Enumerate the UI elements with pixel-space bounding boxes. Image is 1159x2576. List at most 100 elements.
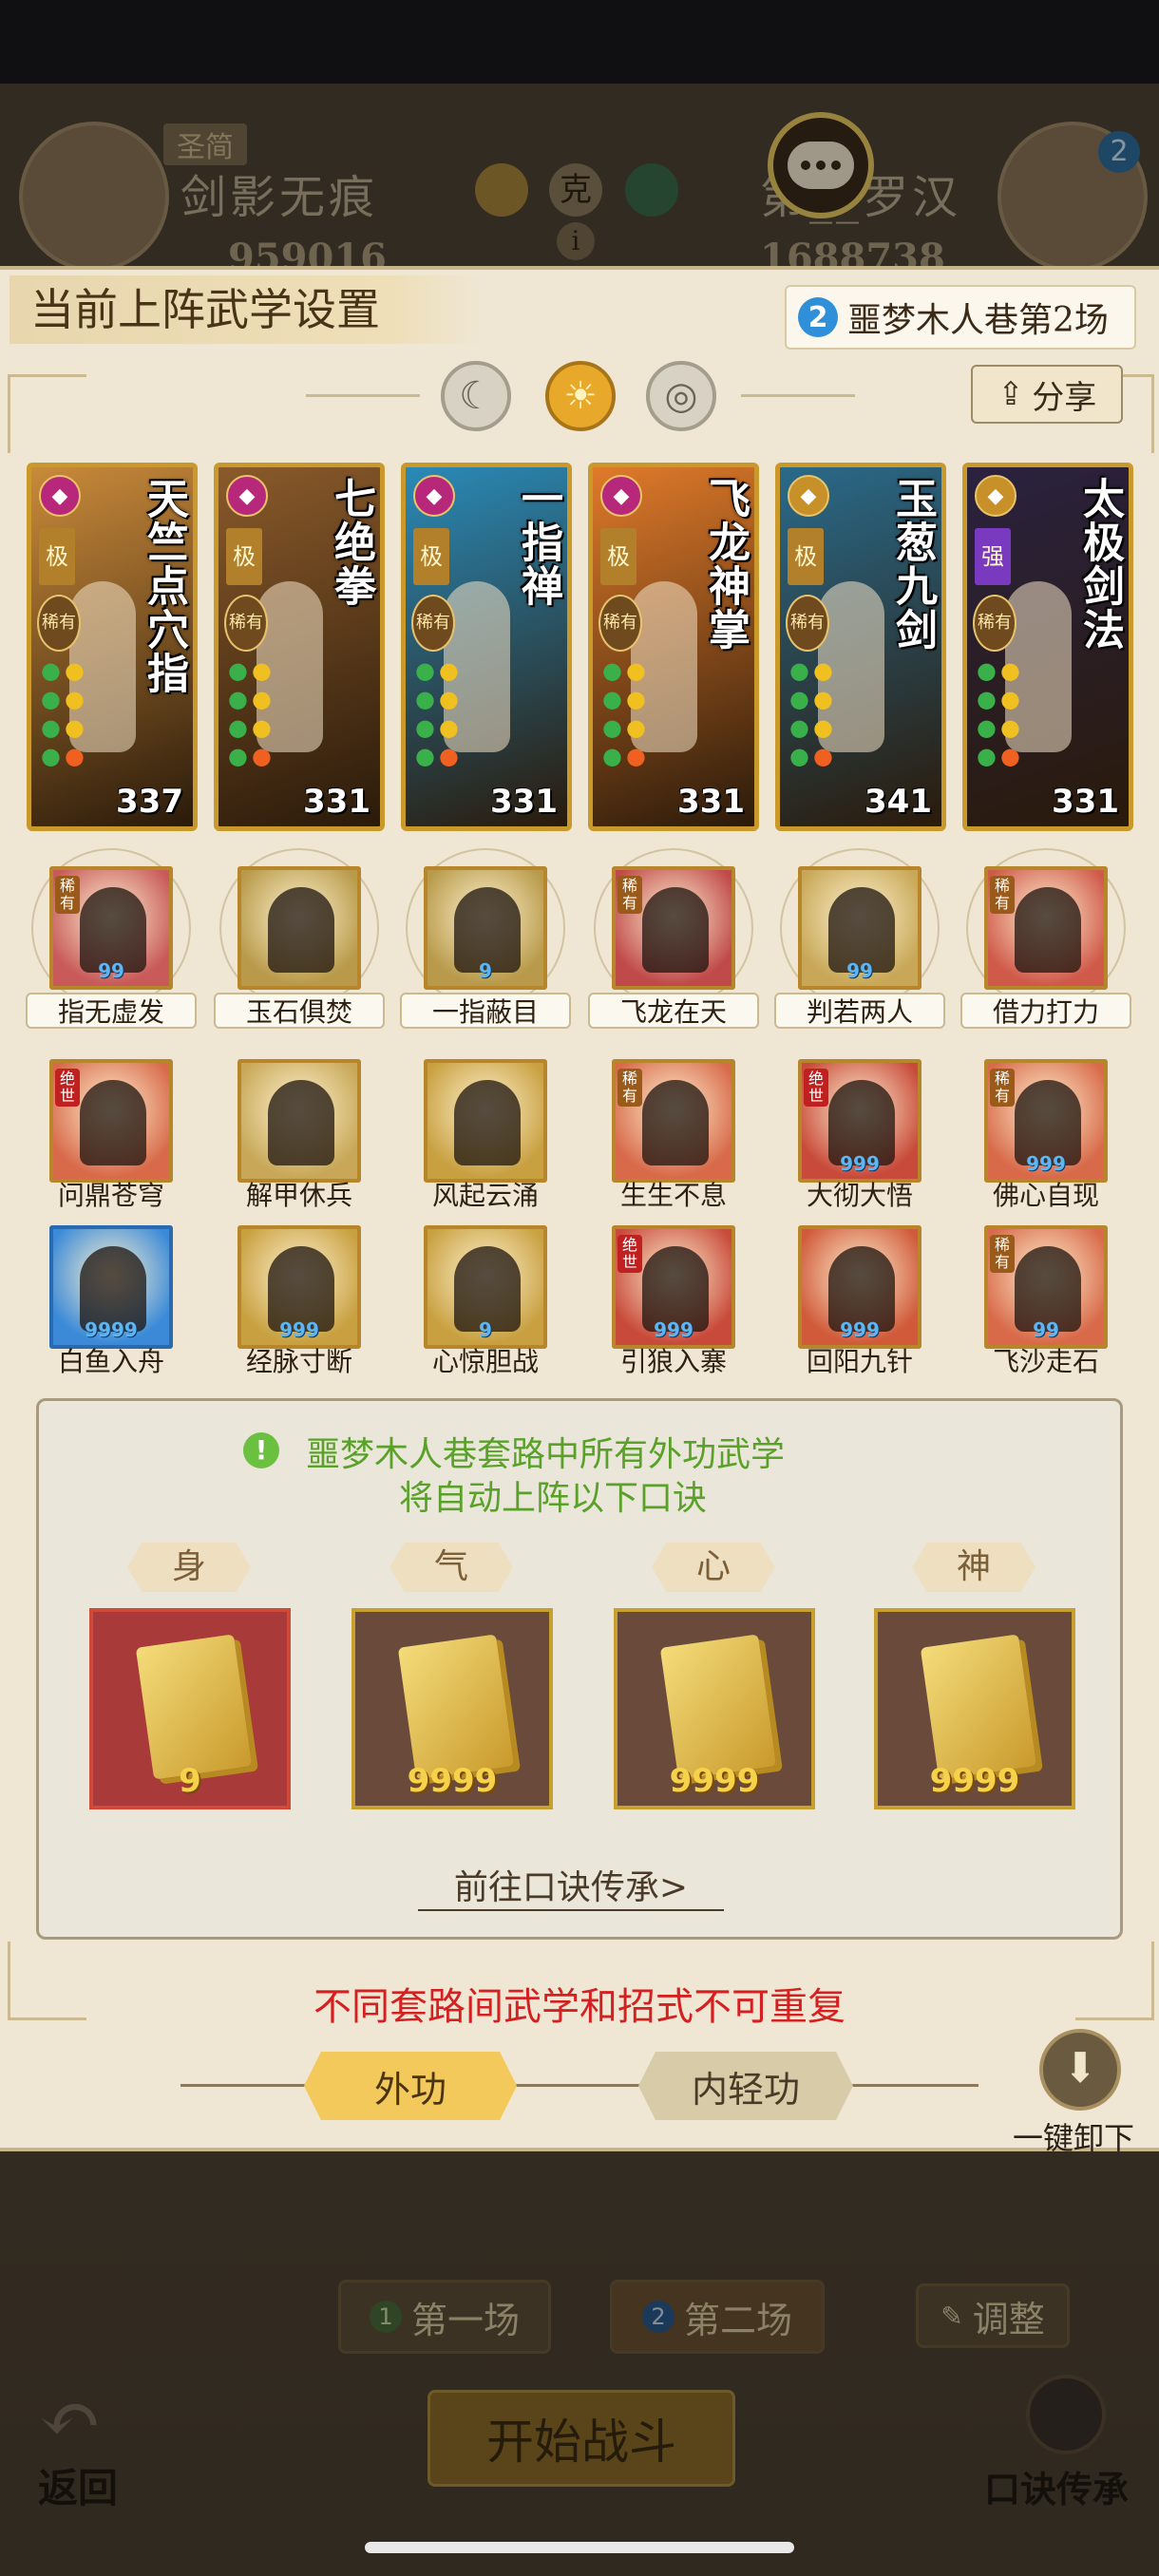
chat-bubble-icon[interactable] bbox=[768, 112, 874, 218]
skill-icon[interactable] bbox=[238, 1059, 361, 1183]
tab-divider bbox=[180, 2084, 978, 2087]
card-power: 331 bbox=[490, 783, 558, 821]
mnemonic-slot-card[interactable]: 9 bbox=[89, 1608, 291, 1809]
moon-mode-icon[interactable]: ☾ bbox=[441, 361, 511, 431]
card-type-gem-icon: ◆ bbox=[788, 475, 829, 517]
skill-count: 999 bbox=[840, 1318, 880, 1341]
left-player-avatar bbox=[19, 122, 169, 272]
vs-badge: 克 bbox=[549, 163, 602, 217]
mnemonic-slot-count: 9 bbox=[179, 1762, 201, 1800]
mnemonic-slot-card[interactable]: 9999 bbox=[614, 1608, 815, 1809]
skill-icon[interactable]: 9 bbox=[424, 866, 547, 990]
back-button[interactable]: ↶ 返回 bbox=[28, 2375, 152, 2511]
skill-icon[interactable]: 绝世 999 bbox=[798, 1059, 922, 1183]
skill-label: 判若两人 bbox=[774, 993, 945, 1029]
card-tier-badge: 稀有 bbox=[224, 595, 268, 652]
skill-rarity-tag: 绝世 bbox=[55, 1069, 80, 1107]
skill-icon[interactable]: 稀有 99 bbox=[49, 866, 173, 990]
card-title: 一指禅 bbox=[514, 477, 562, 608]
card-rank: 极 bbox=[600, 528, 636, 585]
stage-badge: 2 噩梦木人巷第2场 bbox=[785, 285, 1136, 350]
panel-title: 当前上阵武学设置 bbox=[10, 275, 484, 344]
skill-icon[interactable]: 9 bbox=[424, 1225, 547, 1349]
tab-inner[interactable]: 内轻功 bbox=[638, 2052, 853, 2120]
mnemonic-slot-card[interactable]: 9999 bbox=[874, 1608, 1075, 1809]
mnemonic-scroll-icon bbox=[397, 1634, 515, 1780]
skill-icon[interactable] bbox=[424, 1059, 547, 1183]
card-type-gem-icon: ◆ bbox=[226, 475, 268, 517]
card-tier-badge: 稀有 bbox=[786, 595, 829, 652]
skill-silhouette bbox=[642, 1080, 709, 1165]
skill-silhouette bbox=[268, 1080, 334, 1165]
skill-rarity-tag: 稀有 bbox=[618, 1069, 642, 1107]
skill-icon[interactable]: 999 bbox=[798, 1225, 922, 1349]
skill-icon[interactable] bbox=[238, 866, 361, 990]
skill-icon[interactable]: 999 bbox=[238, 1225, 361, 1349]
card-pips: ● ● ● ● ● ● ● ● bbox=[415, 657, 459, 769]
card-tier-badge: 稀有 bbox=[598, 595, 642, 652]
card-type-gem-icon: ◆ bbox=[600, 475, 642, 517]
mnemonic-line1: 噩梦木人巷套路中所有外功武学 bbox=[306, 1435, 786, 1474]
mode-divider-right bbox=[741, 394, 855, 397]
sun-mode-icon[interactable]: ☀ bbox=[545, 361, 616, 431]
card-pips: ● ● ● ● ● ● ● ● bbox=[41, 657, 85, 769]
martial-art-card[interactable]: ◆ 极稀有 天竺点穴指 ● ● ● ● ● ● ● ● 337 bbox=[27, 463, 198, 831]
mnemonic-slot-label: 神 bbox=[912, 1543, 1036, 1592]
skill-silhouette bbox=[642, 887, 709, 973]
unload-label: 一键卸下 bbox=[1013, 2120, 1135, 2156]
share-button[interactable]: ⇪ 分享 bbox=[971, 365, 1123, 424]
mode-divider-left bbox=[306, 394, 420, 397]
goto-mnemonic-link[interactable]: 前往口诀传承> bbox=[418, 1860, 724, 1911]
card-type-gem-icon: ◆ bbox=[413, 475, 455, 517]
martial-art-card[interactable]: ◆ 极稀有 玉葱九剑 ● ● ● ● ● ● ● ● 341 bbox=[775, 463, 946, 831]
versus-bar: 圣简 剑影无痕 959016 克 i 第__罗汉 1688738 2 bbox=[0, 84, 1159, 280]
mnemonic-slot-card[interactable]: 9999 bbox=[352, 1608, 553, 1809]
skill-icon[interactable]: 9999 bbox=[49, 1225, 173, 1349]
card-title: 太极剑法 bbox=[1075, 477, 1124, 652]
card-pips: ● ● ● ● ● ● ● ● bbox=[977, 657, 1020, 769]
skill-silhouette bbox=[454, 1080, 521, 1165]
martial-art-card[interactable]: ◆ 极稀有 一指禅 ● ● ● ● ● ● ● ● 331 bbox=[401, 463, 572, 831]
info-icon[interactable]: i bbox=[557, 222, 595, 260]
skill-rarity-tag: 稀有 bbox=[990, 876, 1015, 914]
skill-icon[interactable]: 稀有 99 bbox=[984, 1225, 1108, 1349]
moon-emblem-icon bbox=[625, 163, 678, 217]
adjust-button[interactable]: ✎ 调整 bbox=[916, 2283, 1070, 2348]
martial-art-card[interactable]: ◆ 强稀有 太极剑法 ● ● ● ● ● ● ● ● 331 bbox=[962, 463, 1133, 831]
tab-outer[interactable]: 外功 bbox=[304, 2052, 517, 2120]
mnemonic-scroll-icon bbox=[135, 1634, 253, 1780]
field2-button[interactable]: 2 第二场 bbox=[610, 2280, 825, 2354]
mnemonic-inherit-button[interactable]: 口诀传承 bbox=[978, 2375, 1150, 2510]
skill-rarity-tag: 稀有 bbox=[55, 876, 80, 914]
skill-silhouette bbox=[80, 1080, 146, 1165]
share-label: 分享 bbox=[1032, 378, 1097, 417]
skill-count: 99 bbox=[1033, 1318, 1059, 1341]
skill-rarity-tag: 绝世 bbox=[804, 1069, 828, 1107]
card-tier-badge: 稀有 bbox=[411, 595, 455, 652]
card-rank: 极 bbox=[39, 528, 75, 585]
skill-icon[interactable]: 绝世 bbox=[49, 1059, 173, 1183]
skill-icon[interactable]: 稀有 bbox=[612, 1059, 735, 1183]
card-title: 天竺点穴指 bbox=[140, 477, 188, 695]
unload-all-button[interactable]: ⬇ 一键卸下 bbox=[1013, 2029, 1155, 2156]
mnemonic-inherit-label: 口诀传承 bbox=[984, 2468, 1130, 2510]
mnemonic-slot-label: 心 bbox=[652, 1543, 775, 1592]
skill-label: 大彻大悟 bbox=[806, 1180, 913, 1211]
card-power: 331 bbox=[677, 783, 745, 821]
skill-count: 999 bbox=[279, 1318, 319, 1341]
field1-num: 1 bbox=[369, 2301, 402, 2333]
skill-icon[interactable]: 稀有 bbox=[984, 866, 1108, 990]
field1-button[interactable]: 1 第一场 bbox=[338, 2280, 551, 2354]
start-battle-button[interactable]: 开始战斗 bbox=[428, 2390, 735, 2487]
martial-art-card[interactable]: ◆ 极稀有 七绝拳 ● ● ● ● ● ● ● ● 331 bbox=[214, 463, 385, 831]
ring-mode-icon[interactable]: ◎ bbox=[646, 361, 716, 431]
skill-count: 999 bbox=[1026, 1152, 1066, 1175]
skill-icon[interactable]: 99 bbox=[798, 866, 922, 990]
skill-icon[interactable]: 稀有 bbox=[612, 866, 735, 990]
skill-icon[interactable]: 绝世 999 bbox=[612, 1225, 735, 1349]
share-icon: ⇪ bbox=[997, 375, 1025, 413]
skill-label: 经脉寸断 bbox=[245, 1346, 352, 1377]
martial-art-card[interactable]: ◆ 极稀有 飞龙神掌 ● ● ● ● ● ● ● ● 331 bbox=[588, 463, 759, 831]
skill-icon[interactable]: 稀有 999 bbox=[984, 1059, 1108, 1183]
card-power: 341 bbox=[864, 783, 932, 821]
